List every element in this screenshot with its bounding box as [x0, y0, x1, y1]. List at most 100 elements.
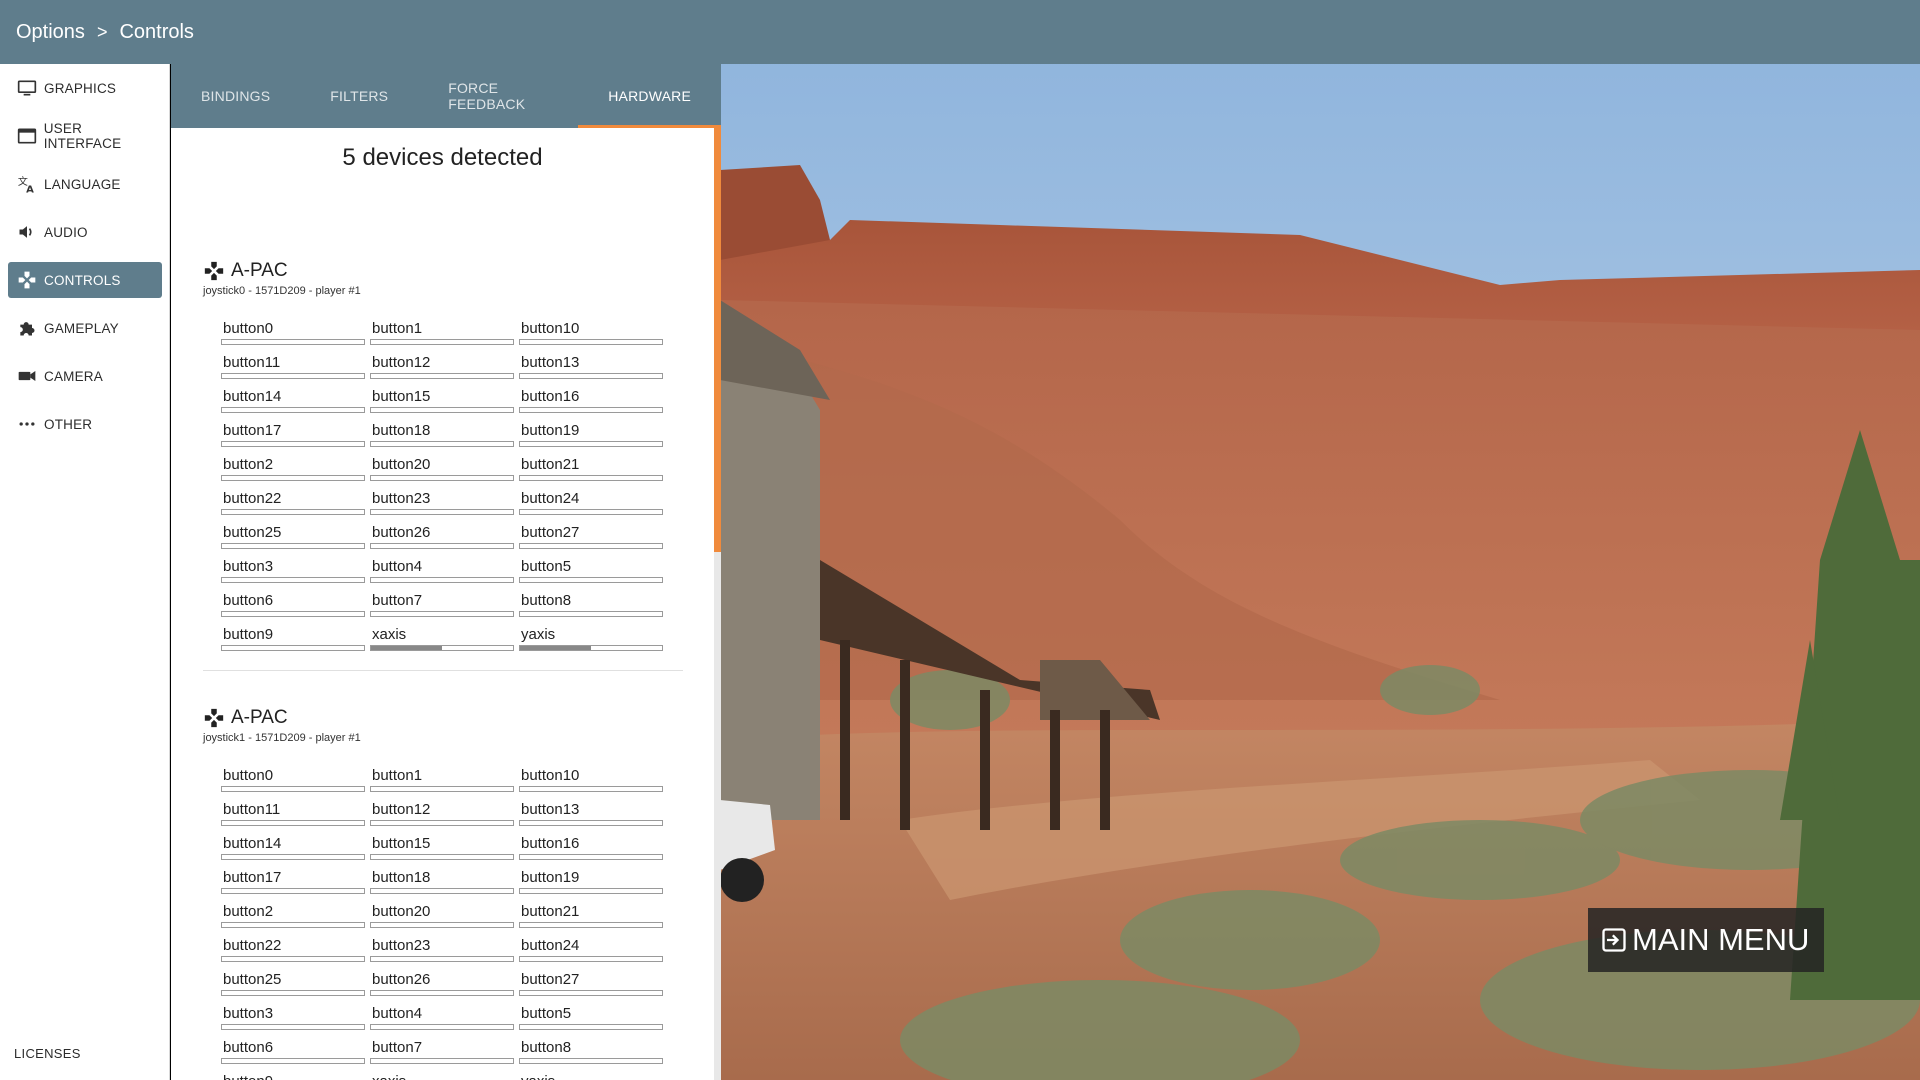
control-indicator: button15 [370, 835, 514, 869]
control-value-bar [519, 339, 663, 345]
control-value-bar [221, 407, 365, 413]
control-indicator: button21 [519, 456, 663, 490]
control-label: button2 [223, 456, 274, 473]
tab-bindings[interactable]: BINDINGS [171, 64, 300, 128]
control-label: button18 [372, 422, 431, 439]
control-value-bar [519, 645, 663, 651]
control-value-bar [370, 1058, 514, 1064]
control-value-bar [370, 854, 514, 860]
control-value-bar [221, 441, 365, 447]
options-sidebar: GRAPHICS USER INTERFACE 文A LANGUAGE AUDI… [0, 64, 170, 1080]
control-indicator: button4 [370, 558, 514, 592]
sidebar-item-camera[interactable]: CAMERA [8, 358, 162, 394]
control-label: button10 [521, 767, 580, 784]
control-label: button4 [372, 1005, 423, 1022]
sidebar-item-label: LANGUAGE [44, 176, 121, 192]
more-dots-icon [16, 413, 38, 435]
sidebar-item-label: AUDIO [44, 224, 88, 240]
control-value-bar [519, 888, 663, 894]
gamepad-icon [203, 707, 225, 729]
sidebar-item-audio[interactable]: AUDIO [8, 214, 162, 250]
device-name: A-PAC [231, 707, 288, 728]
control-indicator: button6 [221, 592, 365, 626]
control-indicator: yaxis [519, 1073, 663, 1080]
control-label: xaxis [372, 1073, 406, 1080]
device-list[interactable]: 5 devices detected A-PAC joystick0 - 157… [171, 128, 721, 1080]
control-value-bar [221, 509, 365, 515]
control-indicator: button16 [519, 835, 663, 869]
sidebar-item-language[interactable]: 文A LANGUAGE [8, 166, 162, 202]
window-icon [16, 125, 38, 147]
control-value-bar [370, 820, 514, 826]
sidebar-item-user-interface[interactable]: USER INTERFACE [8, 118, 162, 154]
control-label: button9 [223, 626, 274, 643]
licenses-link[interactable]: LICENSES [14, 1046, 81, 1061]
sidebar-item-graphics[interactable]: GRAPHICS [8, 70, 162, 106]
control-indicator: button19 [519, 422, 663, 456]
control-label: button21 [521, 456, 580, 473]
control-label: button17 [223, 869, 282, 886]
control-indicator: button26 [370, 971, 514, 1005]
tab-hardware[interactable]: HARDWARE [578, 64, 721, 128]
control-label: button22 [223, 490, 282, 507]
sidebar-item-gameplay[interactable]: GAMEPLAY [8, 310, 162, 346]
speaker-icon [16, 221, 38, 243]
control-value-bar [221, 888, 365, 894]
monitor-icon [16, 77, 38, 99]
control-label: button17 [223, 422, 282, 439]
breadcrumb-options[interactable]: Options [16, 21, 85, 44]
control-indicator: button25 [221, 971, 365, 1005]
control-value-bar [370, 441, 514, 447]
control-value-bar [370, 1024, 514, 1030]
sidebar-item-other[interactable]: OTHER [8, 406, 162, 442]
control-indicator: button22 [221, 937, 365, 971]
control-label: button15 [372, 388, 431, 405]
control-indicator: button3 [221, 558, 365, 592]
control-label: button26 [372, 524, 431, 541]
control-value-bar [221, 1024, 365, 1030]
control-value-bar [370, 645, 514, 651]
control-indicator: button8 [519, 1039, 663, 1073]
control-value-bar [370, 888, 514, 894]
control-value-bar [221, 990, 365, 996]
sidebar-item-controls[interactable]: CONTROLS [8, 262, 162, 298]
control-value-bar [221, 1058, 365, 1064]
control-label: yaxis [521, 626, 556, 643]
control-value-bar [370, 956, 514, 962]
control-indicator: button9 [221, 1073, 365, 1080]
control-indicator: button6 [221, 1039, 365, 1073]
control-label: button7 [372, 1039, 423, 1056]
control-value-bar [519, 854, 663, 860]
control-indicator: button3 [221, 1005, 365, 1039]
control-label: button2 [223, 903, 274, 920]
control-label: button6 [223, 1039, 274, 1056]
tab-filters[interactable]: FILTERS [300, 64, 418, 128]
control-value-bar [370, 475, 514, 481]
control-value-fill [371, 646, 442, 650]
tab-force-feedback[interactable]: FORCE FEEDBACK [418, 64, 578, 128]
control-label: button26 [372, 971, 431, 988]
control-label: button15 [372, 835, 431, 852]
control-value-bar [519, 922, 663, 928]
sidebar-item-label: USER INTERFACE [43, 121, 122, 151]
control-label: button24 [521, 937, 580, 954]
main-menu-button[interactable]: MAIN MENU [1588, 908, 1824, 972]
control-label: button4 [372, 558, 423, 575]
control-indicator: button16 [519, 388, 663, 422]
control-value-bar [519, 786, 663, 792]
control-value-bar [221, 577, 365, 583]
control-indicator: button2 [221, 456, 365, 490]
control-value-bar [221, 820, 365, 826]
videocam-icon [16, 365, 38, 387]
scrollbar-thumb[interactable] [714, 128, 721, 552]
sidebar-item-label: GRAPHICS [44, 80, 117, 96]
control-label: button1 [372, 320, 423, 337]
control-indicator: button27 [519, 524, 663, 558]
control-indicator: button7 [370, 1039, 514, 1073]
control-indicator: button18 [370, 422, 514, 456]
sidebar-item-label: OTHER [44, 416, 93, 432]
puzzle-icon [16, 317, 38, 339]
divider [203, 670, 683, 671]
control-value-bar [519, 577, 663, 583]
control-label: button24 [521, 490, 580, 507]
